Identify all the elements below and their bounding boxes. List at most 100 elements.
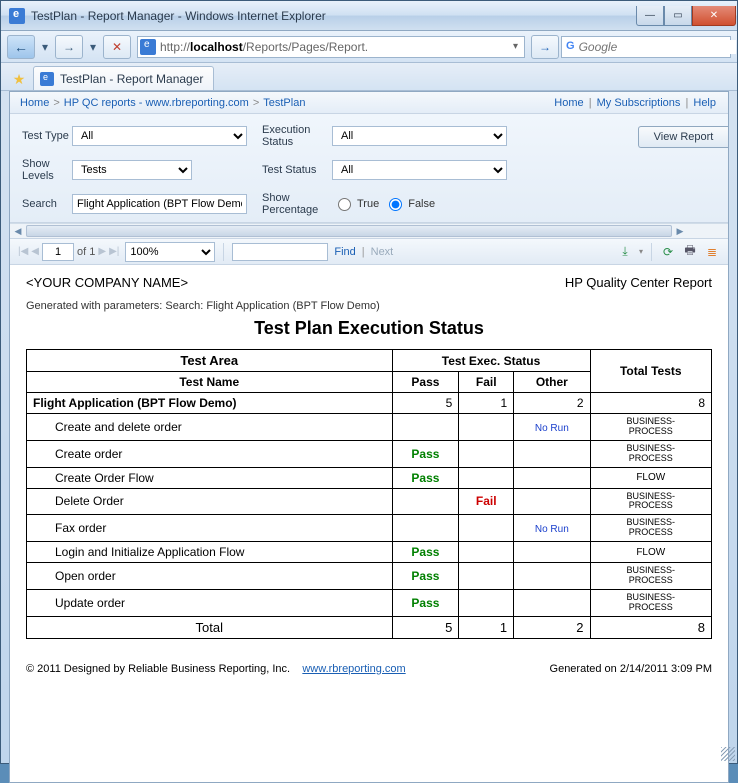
find-link[interactable]: Find	[334, 246, 355, 258]
group-pass: 5	[392, 393, 459, 414]
close-button[interactable]: ✕	[692, 6, 736, 26]
print-icon[interactable]: 🖶	[682, 244, 698, 260]
cell-pass: Pass	[392, 563, 459, 590]
cell-fail: Fail	[459, 488, 514, 515]
back-dropdown[interactable]: ▾	[37, 35, 53, 59]
table-row: Fax order No RunBUSINESS-PROCESS	[27, 515, 712, 542]
label-test-type: Test Type	[22, 130, 72, 142]
report-title: Test Plan Execution Status	[26, 318, 712, 339]
cell-fail	[459, 440, 514, 467]
next-link[interactable]: Next	[371, 246, 394, 258]
cell-pass: Pass	[392, 542, 459, 563]
search-input[interactable]	[579, 40, 736, 54]
hdr-exec: Test Exec. Status	[392, 350, 590, 372]
select-test-type[interactable]: All	[72, 126, 247, 146]
forward-dropdown[interactable]: ▾	[85, 35, 101, 59]
last-page-icon[interactable]: ▶|	[109, 246, 119, 257]
tab-favicon	[40, 72, 54, 86]
prev-page-icon[interactable]: ◀	[31, 246, 39, 257]
report-subtitle: HP Quality Center Report	[565, 275, 712, 290]
page-content: Home > HP QC reports - www.rbreporting.c…	[9, 91, 729, 783]
scroll-thumb[interactable]	[26, 225, 672, 237]
label-exec-status: Execution Status	[262, 124, 332, 148]
google-icon: G	[566, 40, 575, 54]
page-number-input[interactable]	[42, 243, 74, 261]
scroll-right-icon[interactable]: ▶	[672, 224, 688, 238]
first-page-icon[interactable]: |◀	[18, 246, 28, 257]
cell-pass: Pass	[392, 467, 459, 488]
select-show-levels[interactable]: Tests	[72, 160, 192, 180]
total-pass: 5	[392, 616, 459, 638]
table-row: Open orderPassBUSINESS-PROCESS	[27, 563, 712, 590]
label-show-levels: Show Levels	[22, 158, 72, 182]
tab-bar: ★ TestPlan - Report Manager	[1, 63, 737, 91]
next-page-icon[interactable]: ▶	[98, 246, 106, 257]
view-report-button[interactable]: View Report	[638, 126, 728, 148]
cell-type: BUSINESS-PROCESS	[590, 440, 711, 467]
hdr-area: Test Area	[27, 350, 393, 372]
resize-grip[interactable]	[721, 747, 735, 761]
link-subscriptions[interactable]: My Subscriptions	[597, 97, 681, 109]
cell-name: Open order	[27, 563, 393, 590]
table-row: Update orderPassBUSINESS-PROCESS	[27, 589, 712, 616]
cell-other	[514, 488, 590, 515]
hdr-name: Test Name	[27, 372, 393, 393]
nav-toolbar: ← ▾ → ▾ ✕ http://localhost/Reports/Pages…	[1, 31, 737, 63]
cell-fail	[459, 515, 514, 542]
forward-button[interactable]: →	[55, 35, 83, 59]
cell-name: Update order	[27, 589, 393, 616]
stop-button[interactable]: ✕	[103, 35, 131, 59]
scroll-left-icon[interactable]: ◀	[10, 224, 26, 238]
cell-pass	[392, 488, 459, 515]
cell-fail	[459, 467, 514, 488]
feed-icon[interactable]: ≣	[704, 244, 720, 260]
back-button[interactable]: ←	[7, 35, 35, 59]
cell-other: No Run	[514, 515, 590, 542]
cell-pass: Pass	[392, 440, 459, 467]
cell-pass	[392, 414, 459, 441]
hdr-total: Total Tests	[590, 350, 711, 393]
cell-type: FLOW	[590, 467, 711, 488]
table-row: Create orderPassBUSINESS-PROCESS	[27, 440, 712, 467]
radio-false[interactable]	[389, 198, 402, 211]
cell-pass: Pass	[392, 589, 459, 616]
minimize-button[interactable]: —	[636, 6, 664, 26]
cell-other	[514, 563, 590, 590]
address-bar[interactable]: http://localhost/Reports/Pages/Report. ▾	[137, 36, 525, 58]
viewer-toolbar: |◀ ◀ of 1 ▶ ▶| 100% Find | Next ⤓▾ ⟳ 🖶 ≣	[10, 239, 728, 265]
crumb-folder[interactable]: HP QC reports - www.rbreporting.com	[64, 97, 249, 109]
export-icon[interactable]: ⤓	[617, 244, 633, 260]
footer-link[interactable]: www.rbreporting.com	[302, 663, 405, 675]
go-button[interactable]: →	[531, 35, 559, 59]
crumb-current[interactable]: TestPlan	[263, 97, 305, 109]
url-dropdown-icon[interactable]: ▾	[509, 41, 522, 52]
url-text: http://localhost/Reports/Pages/Report.	[160, 40, 509, 54]
cell-type: BUSINESS-PROCESS	[590, 515, 711, 542]
favorites-icon[interactable]: ★	[7, 68, 31, 90]
page-of-label: of 1	[77, 246, 95, 258]
crumb-home[interactable]: Home	[20, 97, 49, 109]
titlebar: TestPlan - Report Manager - Windows Inte…	[1, 1, 737, 31]
select-exec-status[interactable]: All	[332, 126, 507, 146]
browser-tab[interactable]: TestPlan - Report Manager	[33, 66, 214, 90]
label-test-status: Test Status	[262, 164, 332, 176]
zoom-select[interactable]: 100%	[125, 242, 215, 262]
link-home[interactable]: Home	[554, 97, 583, 109]
cell-name: Delete Order	[27, 488, 393, 515]
company-name: <YOUR COMPANY NAME>	[26, 275, 188, 290]
cell-name: Fax order	[27, 515, 393, 542]
select-test-status[interactable]: All	[332, 160, 507, 180]
radio-true[interactable]	[338, 198, 351, 211]
table-row: Delete Order Fail BUSINESS-PROCESS	[27, 488, 712, 515]
link-help[interactable]: Help	[693, 97, 716, 109]
find-input[interactable]	[232, 243, 328, 261]
group-row: Flight Application (BPT Flow Demo) 5 1 2…	[27, 393, 712, 414]
report-body: <YOUR COMPANY NAME> HP Quality Center Re…	[10, 265, 728, 685]
input-search[interactable]	[72, 194, 247, 214]
params-scrollbar[interactable]: ◀ ▶	[10, 223, 728, 239]
maximize-button[interactable]: ▭	[664, 6, 692, 26]
refresh-icon[interactable]: ⟳	[660, 244, 676, 260]
search-box[interactable]: G	[561, 36, 731, 58]
cell-type: BUSINESS-PROCESS	[590, 488, 711, 515]
total-fail: 1	[459, 616, 514, 638]
